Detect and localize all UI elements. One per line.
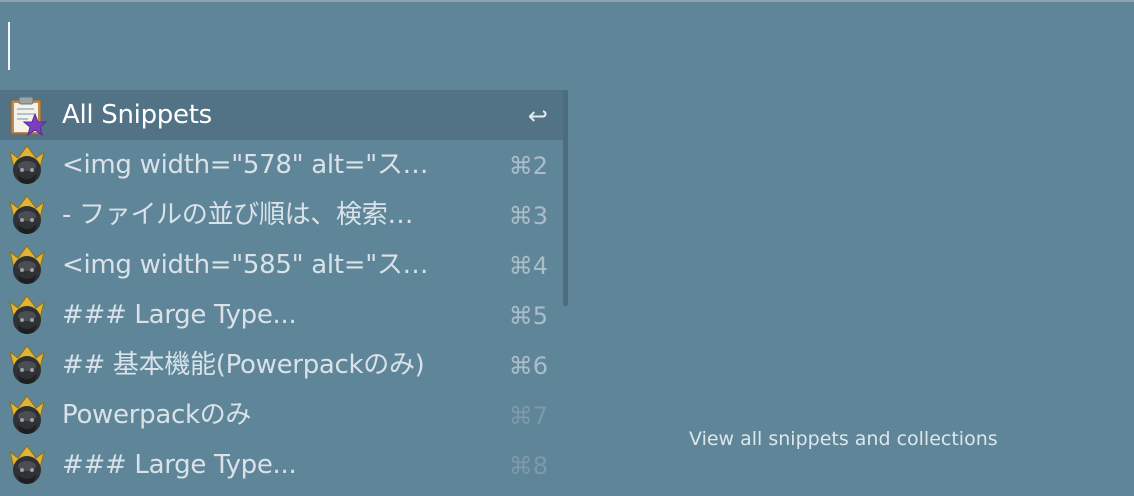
shortcut-hint: ⌘7 bbox=[508, 402, 548, 430]
shortcut-hint: ⌘4 bbox=[508, 252, 548, 280]
shortcut-hint: ⌘3 bbox=[508, 202, 548, 230]
shortcut-hint: ⌘2 bbox=[508, 152, 548, 180]
result-title: - ファイルの並び順は、検索… bbox=[62, 200, 414, 230]
alfred-hat-icon bbox=[9, 245, 45, 284]
alfred-hat-icon bbox=[9, 145, 45, 184]
clipboard-star-icon bbox=[10, 96, 48, 136]
result-item[interactable]: ### Large Type... ⌘5 bbox=[0, 290, 566, 340]
alfred-window: All Snippets ↩ <img width="578" alt="ス… … bbox=[0, 0, 1134, 494]
result-item[interactable]: ## 基本機能(Powerpackのみ) ⌘6 bbox=[0, 340, 566, 390]
alfred-hat-icon bbox=[9, 295, 45, 334]
result-title: All Snippets bbox=[62, 100, 212, 130]
result-item[interactable]: Powerpackのみ ⌘7 bbox=[0, 390, 566, 440]
result-title: ### Large Type... bbox=[62, 450, 297, 480]
result-title: ## 基本機能(Powerpackのみ) bbox=[62, 350, 425, 380]
shortcut-hint: ⌘5 bbox=[508, 302, 548, 330]
shortcut-hint: ⌘8 bbox=[508, 452, 548, 480]
alfred-hat-icon bbox=[9, 395, 45, 434]
result-title: <img width="578" alt="ス… bbox=[62, 150, 429, 180]
view-all-snippets-hint: View all snippets and collections bbox=[689, 428, 998, 450]
result-item-all-snippets[interactable]: All Snippets ↩ bbox=[0, 90, 566, 140]
result-item[interactable]: - ファイルの並び順は、検索… ⌘3 bbox=[0, 190, 566, 240]
return-key-hint: ↩ bbox=[527, 102, 548, 130]
result-item[interactable]: ### Large Type... ⌘8 bbox=[0, 440, 566, 490]
result-title: <img width="585" alt="ス… bbox=[62, 250, 429, 280]
search-bar bbox=[0, 2, 1134, 88]
alfred-hat-icon bbox=[9, 195, 45, 234]
shortcut-hint: ⌘6 bbox=[508, 352, 548, 380]
result-title: ### Large Type... bbox=[62, 300, 297, 330]
alfred-hat-icon bbox=[9, 445, 45, 484]
search-input[interactable] bbox=[12, 20, 1116, 74]
alfred-hat-icon bbox=[9, 345, 45, 384]
results-list: All Snippets ↩ <img width="578" alt="ス… … bbox=[0, 90, 566, 496]
result-title: Powerpackのみ bbox=[62, 400, 252, 430]
results-scrollbar[interactable] bbox=[563, 90, 568, 306]
result-item[interactable]: <img width="578" alt="ス… ⌘2 bbox=[0, 140, 566, 190]
result-item[interactable]: <img width="585" alt="ス… ⌘4 bbox=[0, 240, 566, 290]
text-caret bbox=[8, 22, 10, 70]
